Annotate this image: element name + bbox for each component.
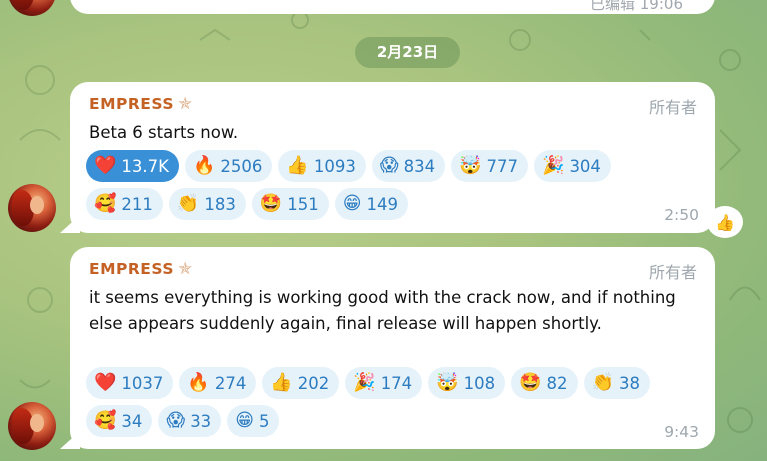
message-bubble[interactable]: EMPRESS ✯ 所有者 Beta 6 starts now. ❤️ 13.7K 🔥…	[60, 82, 715, 233]
reaction-count: 183	[204, 194, 236, 214]
role-badge: 所有者	[648, 98, 697, 117]
reaction-chip[interactable]: 👍 1093	[278, 150, 366, 182]
reaction-count: 34	[121, 411, 143, 431]
star-icon: ✯	[178, 94, 193, 114]
reaction-count: 834	[403, 156, 436, 176]
reaction-count: 33	[190, 411, 212, 431]
reaction-emoji-icon: 🎉	[542, 155, 565, 176]
reaction-emoji-icon: 🔥	[192, 155, 216, 176]
reaction-emoji-icon: 👍	[286, 155, 309, 176]
message-time: 2:50	[664, 206, 699, 224]
avatar[interactable]	[8, 402, 56, 450]
reaction-emoji-icon: 🤯	[436, 372, 459, 393]
reaction-count: 304	[569, 156, 601, 176]
reaction-chip[interactable]: ❤️ 13.7K	[86, 150, 179, 182]
reaction-emoji-icon: 😁	[342, 193, 362, 214]
quick-reaction-button[interactable]: 👍	[707, 206, 743, 238]
reaction-count: 82	[546, 373, 568, 393]
reaction-chip[interactable]: 😱 834	[371, 150, 446, 182]
reaction-count: 1037	[121, 373, 164, 393]
reaction-chip[interactable]: 😱 33	[158, 405, 222, 437]
reaction-chip[interactable]: 🤩 82	[511, 367, 578, 399]
reaction-chip[interactable]: ❤️ 1037	[86, 367, 174, 399]
reaction-chip[interactable]: 🥰 211	[86, 188, 163, 220]
sender-name[interactable]: EMPRESS ✯	[89, 94, 193, 114]
reaction-chip[interactable]: 🎉 304	[534, 150, 611, 182]
reaction-chip[interactable]: 🤯 777	[451, 150, 529, 182]
reaction-emoji-icon: 🤩	[259, 193, 283, 214]
reaction-emoji-icon: 😱	[166, 410, 186, 431]
reaction-chip[interactable]: 🔥 274	[179, 367, 257, 399]
reaction-emoji-icon: 👏	[591, 372, 614, 393]
star-icon: ✯	[178, 259, 193, 279]
reaction-emoji-icon: 🥰	[94, 193, 117, 214]
reaction-count: 38	[618, 373, 640, 393]
reaction-count: 274	[214, 373, 247, 393]
reaction-emoji-icon: 👍	[270, 372, 293, 393]
reaction-emoji-icon: 👏	[176, 193, 200, 214]
reaction-emoji-icon: 😁	[235, 410, 254, 431]
reaction-count: 13.7K	[121, 156, 169, 176]
reaction-chip[interactable]: 👍 202	[262, 367, 340, 399]
reaction-chip[interactable]: 🔥 2506	[184, 150, 273, 182]
reaction-chip[interactable]: 🤯 108	[428, 367, 506, 399]
message-time: 9:43	[664, 423, 699, 441]
reaction-count: 151	[287, 194, 319, 214]
reaction-chip[interactable]: 🎉 174	[345, 367, 423, 399]
reaction-count: 174	[380, 373, 413, 393]
sender-name[interactable]: EMPRESS ✯	[89, 259, 193, 279]
reaction-count: 211	[121, 194, 153, 214]
reaction-emoji-icon: 🥰	[94, 410, 117, 431]
reaction-emoji-icon: 🎉	[353, 372, 376, 393]
message-text: Beta 6 starts now.	[89, 123, 239, 142]
reaction-emoji-icon: 🤩	[519, 372, 542, 393]
reaction-count: 777	[486, 156, 519, 176]
avatar[interactable]	[8, 184, 56, 232]
reaction-count: 5	[258, 411, 270, 431]
reaction-chip[interactable]: 😁 5	[227, 405, 280, 437]
reaction-chip[interactable]: 👏 183	[168, 188, 246, 220]
reaction-list: ❤️ 13.7K 🔥 2506 👍 1093 😱 834 🤯 777 🎉 304 🥰 211 👏 183 🤩 15…	[86, 150, 646, 220]
message-bubble[interactable]: EMPRESS ✯ 所有者 it seems everything is work…	[60, 247, 715, 449]
reaction-emoji-icon: 🤯	[459, 155, 482, 176]
reaction-emoji-icon: ❤️	[94, 155, 117, 176]
reaction-chip[interactable]: 🤩 151	[251, 188, 329, 220]
role-badge: 所有者	[648, 263, 697, 282]
reaction-count: 149	[366, 194, 399, 214]
message-time: 已编辑 19:06	[590, 0, 683, 13]
reaction-chip[interactable]: 🥰 34	[86, 405, 153, 437]
message-text: it seems everything is working good with…	[89, 288, 676, 333]
reaction-emoji-icon: ❤️	[94, 372, 117, 393]
reaction-chip[interactable]: 😁 149	[334, 188, 409, 220]
reaction-count: 108	[463, 373, 496, 393]
reaction-chip[interactable]: 👏 38	[583, 367, 650, 399]
reaction-list: ❤️ 1037 🔥 274 👍 202 🎉 174 🤯 108 🤩 82 👏 38 🥰 34 😱 33 😁 5	[86, 367, 686, 437]
reaction-count: 202	[297, 373, 330, 393]
reaction-count: 2506	[220, 156, 263, 176]
reaction-emoji-icon: 🔥	[187, 372, 210, 393]
avatar[interactable]	[8, 0, 56, 16]
reaction-emoji-icon: 😱	[379, 155, 399, 176]
reaction-count: 1093	[313, 156, 356, 176]
date-separator: 2月23日	[355, 37, 460, 68]
